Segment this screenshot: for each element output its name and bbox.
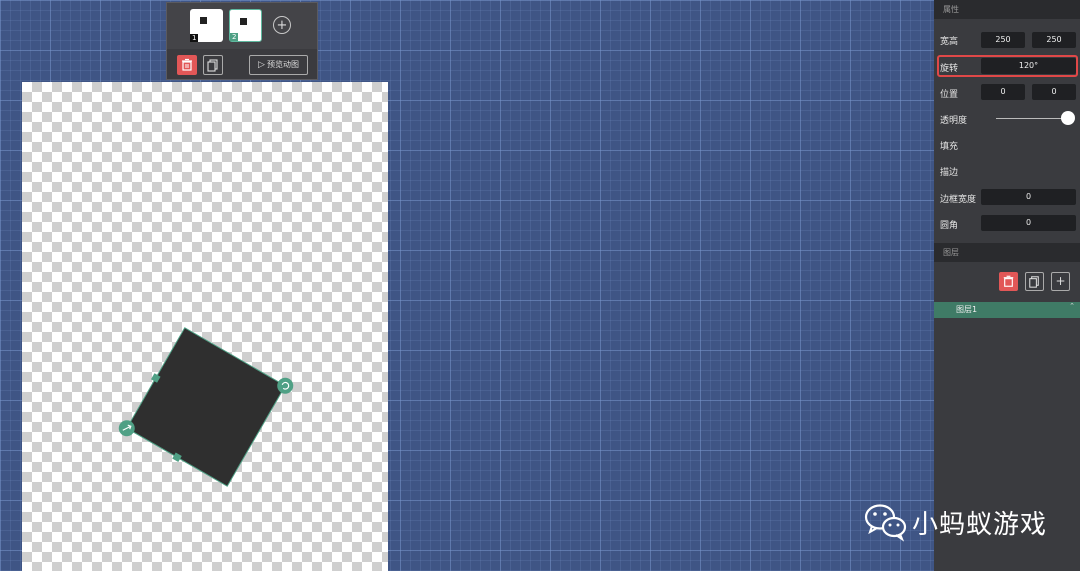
layer-label: 图层1 — [956, 305, 978, 314]
delete-layer-button[interactable] — [999, 272, 1018, 291]
rotate-label: 旋转 — [940, 64, 959, 74]
add-frame-button[interactable]: + — [273, 16, 291, 34]
stroke-label: 描边 — [940, 168, 959, 178]
position-x-input[interactable]: 0 — [981, 84, 1025, 100]
properties-panel: 属性 宽高 250 250 旋转 120° 位置 0 0 透明度 填充 描边 边… — [934, 0, 1080, 571]
add-layer-button[interactable]: + — [1051, 272, 1070, 291]
border-width-input[interactable]: 0 — [981, 189, 1076, 205]
frame-thumb-1[interactable]: 1 — [190, 9, 223, 42]
watermark-text: 小蚂蚁游戏 — [912, 509, 1048, 540]
position-y-input[interactable]: 0 — [1032, 84, 1076, 100]
opacity-label: 透明度 — [940, 116, 968, 126]
radius-input[interactable]: 0 — [981, 215, 1076, 231]
properties-header: 属性 — [934, 0, 1080, 19]
border-width-label: 边框宽度 — [940, 195, 977, 205]
copy-frame-button[interactable] — [203, 55, 223, 75]
fill-label: 填充 — [940, 142, 959, 152]
play-icon: ▷ — [258, 60, 265, 70]
height-input[interactable]: 250 — [1032, 32, 1076, 48]
frame-shape-preview — [240, 18, 247, 25]
width-input[interactable]: 250 — [981, 32, 1025, 48]
copy-layer-button[interactable] — [1025, 272, 1044, 291]
opacity-slider-knob[interactable] — [1061, 111, 1075, 125]
rotate-handle-circle[interactable] — [277, 377, 294, 394]
frame-number: 1 — [190, 34, 199, 42]
preview-animation-button[interactable]: ▷ 预览动图 — [249, 55, 308, 75]
radius-label: 圆角 — [940, 221, 959, 231]
opacity-slider-track[interactable] — [996, 118, 1068, 119]
frames-toolbar: 1 2 + ▷ 预览动图 — [166, 2, 318, 80]
delete-frame-button[interactable] — [177, 55, 197, 75]
position-label: 位置 — [940, 90, 959, 100]
drawing-canvas[interactable] — [22, 82, 388, 571]
chevron-up-icon[interactable]: ⌃ — [1069, 298, 1075, 314]
shape-layer — [118, 327, 294, 487]
plus-icon: + — [1055, 274, 1066, 288]
frame-number: 2 — [230, 33, 239, 41]
frame-thumbnails: 1 2 + — [167, 3, 317, 49]
watermark: 小蚂蚁游戏 — [864, 500, 1047, 544]
preview-label: 预览动图 — [266, 60, 299, 69]
copy-icon — [1029, 276, 1039, 288]
scale-handle[interactable] — [118, 420, 135, 437]
trash-icon — [1003, 275, 1014, 287]
rotate-input[interactable]: 120° — [981, 58, 1076, 74]
size-label: 宽高 — [940, 37, 959, 47]
copy-icon — [207, 59, 218, 72]
layer-item[interactable]: 图层1 ⌃ — [934, 302, 1080, 318]
wechat-icon — [864, 504, 907, 542]
rotated-square-shape[interactable] — [126, 327, 286, 487]
rotate-handle[interactable] — [277, 377, 294, 394]
trash-icon — [182, 58, 192, 71]
frame-shape-preview — [200, 17, 207, 24]
frame-thumb-2[interactable]: 2 — [229, 9, 262, 42]
layers-header: 图层 — [934, 243, 1080, 262]
